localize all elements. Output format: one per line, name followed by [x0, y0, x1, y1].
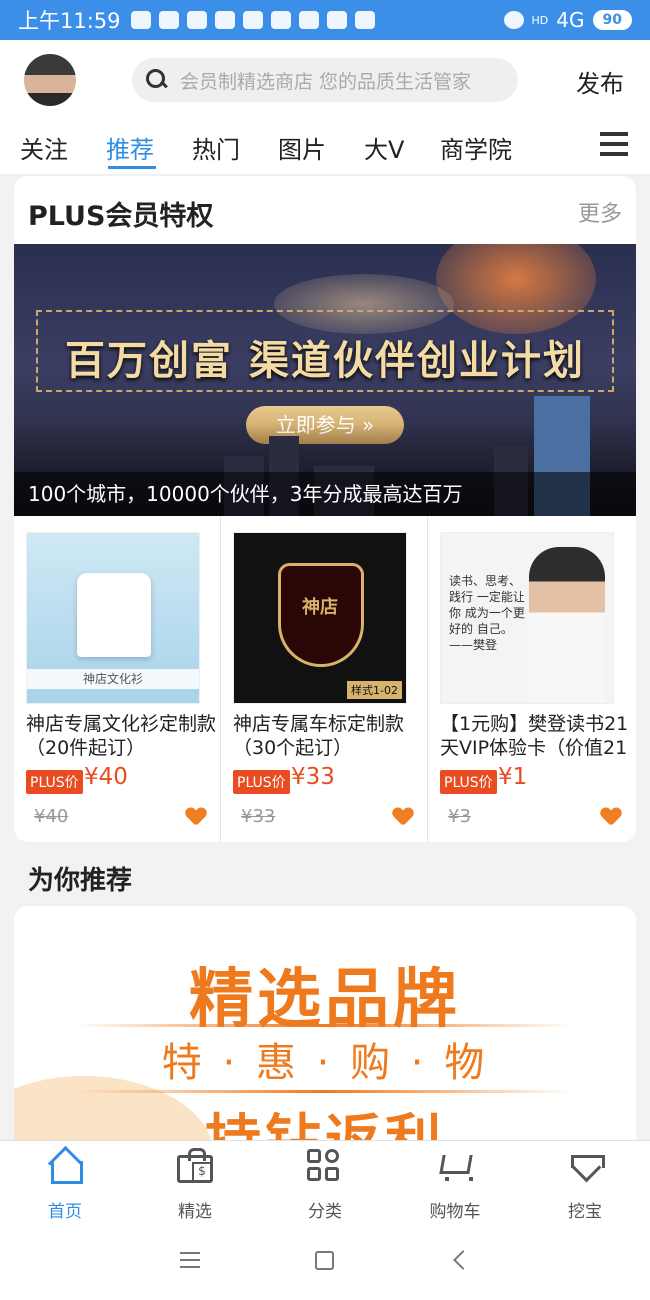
app-notification-icon [186, 11, 207, 29]
product-price: ¥33 [291, 764, 335, 790]
original-price: ¥40 [34, 806, 69, 827]
tshirt-image [77, 573, 151, 657]
style-tag: 样式1-02 [347, 681, 402, 699]
menu-icon[interactable] [600, 132, 628, 156]
more-link[interactable]: 更多 [578, 196, 622, 228]
divider [74, 1090, 574, 1093]
tab-business-school[interactable]: 商学院 [440, 130, 512, 165]
section-title: PLUS会员特权 [28, 201, 214, 232]
recommend-promo-card[interactable]: 精选品牌 特 · 惠 · 购 · 物 持钻返利 [14, 906, 636, 1166]
product-price: ¥40 [84, 764, 128, 790]
person-photo [529, 547, 605, 703]
favorite-heart-icon[interactable] [393, 808, 413, 826]
home-button-icon[interactable] [315, 1251, 334, 1270]
category-grid-icon [307, 1149, 343, 1183]
app-notification-icon [158, 11, 179, 29]
hd-label: HD [531, 13, 549, 27]
app-notification-icon [214, 11, 235, 29]
product-image: 读书、思考、践行 一定能让你 成为一个更好的 自己。 ——樊登 [440, 532, 614, 704]
app-notification-icon [326, 11, 347, 29]
banner-headline: 百万创富 渠道伙伴创业计划 [65, 338, 585, 384]
promo-banner[interactable]: 百万创富 渠道伙伴创业计划 立即参与 » 100个城市，10000个伙伴，3年分… [14, 244, 636, 516]
tab-hot[interactable]: 热门 [192, 130, 240, 165]
recommend-title: 为你推荐 [28, 866, 133, 896]
product-image-label: 神店文化衫 [27, 669, 199, 689]
product-image: 神店文化衫 [26, 532, 200, 704]
network-label: 4G [556, 8, 585, 32]
product-image-text: 读书、思考、践行 一定能让你 成为一个更好的 自己。 ——樊登 [449, 574, 525, 652]
home-icon [47, 1149, 83, 1184]
search-bar[interactable]: 会员制精选商店 您的品质生活管家 [132, 58, 518, 102]
user-avatar[interactable] [24, 54, 76, 106]
app-notification-icon [270, 11, 291, 29]
nav-featured[interactable]: 精选 [130, 1141, 260, 1223]
system-navigation-bar [0, 1222, 650, 1300]
plus-price-badge: PLUS价 [233, 770, 290, 794]
nav-category[interactable]: 分类 [260, 1141, 390, 1223]
product-image-label: 神店 [302, 597, 338, 618]
status-time: 上午11:59 [18, 9, 121, 33]
nav-label: 挖宝 [568, 1202, 602, 1222]
favorite-heart-icon[interactable] [601, 808, 621, 826]
status-right: HD 4G 90 [503, 8, 632, 32]
battery-indicator: 90 [592, 10, 632, 30]
product-name: 神店专属文化衫定制款（20件起订） [26, 713, 217, 759]
status-bar: 上午11:59 HD 4G 90 [0, 0, 650, 40]
product-list: 神店文化衫 神店专属文化衫定制款（20件起订） PLUS价 ¥40 ¥40 神店… [14, 516, 636, 842]
nav-label: 购物车 [429, 1202, 481, 1222]
notification-icons [130, 11, 375, 29]
original-price: ¥3 [448, 806, 471, 827]
promo-subline: 特 · 惠 · 购 · 物 [161, 1040, 489, 1086]
cart-icon [437, 1149, 473, 1183]
product-name: 【1元购】樊登读书21天VIP体验卡（价值21 [440, 713, 629, 759]
plus-price-badge: PLUS价 [440, 770, 497, 794]
tab-images[interactable]: 图片 [278, 130, 326, 165]
diamond-icon [567, 1149, 605, 1183]
shopping-bag-icon [177, 1148, 213, 1183]
product-card[interactable]: 神店文化衫 神店专属文化衫定制款（20件起订） PLUS价 ¥40 ¥40 [14, 516, 221, 842]
favorite-heart-icon[interactable] [186, 808, 206, 826]
nav-label: 首页 [48, 1202, 82, 1222]
alarm-clock-icon [503, 11, 524, 29]
bottom-navigation: 首页 精选 分类 购物车 挖宝 [0, 1140, 650, 1222]
plus-privileges-card: PLUS会员特权 更多 百万创富 渠道伙伴创业计划 立即参与 » 100个城市，… [14, 176, 636, 842]
publish-button[interactable]: 发布 [576, 64, 624, 99]
product-image: 神店 样式1-02 [233, 532, 407, 704]
divider [74, 1024, 574, 1027]
search-icon [142, 65, 172, 95]
nav-home[interactable]: 首页 [0, 1141, 130, 1223]
top-bar: 会员制精选商店 您的品质生活管家 发布 [0, 40, 650, 122]
back-icon[interactable] [453, 1250, 473, 1270]
app-notification-icon [354, 11, 375, 29]
product-price: ¥1 [498, 764, 528, 790]
nav-label: 分类 [308, 1202, 342, 1222]
category-tabs: 关注 推荐 热门 图片 大V 商学院 [0, 122, 650, 174]
app-notification-icon [298, 11, 319, 29]
recent-apps-icon[interactable] [180, 1252, 200, 1273]
product-card[interactable]: 神店 样式1-02 神店专属车标定制款（30个起订） PLUS价 ¥33 ¥33 [221, 516, 428, 842]
alarm-icon [130, 11, 151, 29]
tab-big-v[interactable]: 大V [364, 130, 404, 165]
original-price: ¥33 [241, 806, 276, 827]
banner-caption: 100个城市，10000个伙伴，3年分成最高达百万 [14, 472, 636, 516]
nav-treasure[interactable]: 挖宝 [520, 1141, 650, 1223]
plus-price-badge: PLUS价 [26, 770, 83, 794]
nav-label: 精选 [178, 1202, 212, 1222]
product-card[interactable]: 读书、思考、践行 一定能让你 成为一个更好的 自己。 ——樊登 【1元购】樊登读… [428, 516, 635, 842]
nav-cart[interactable]: 购物车 [390, 1141, 520, 1223]
tab-follow[interactable]: 关注 [20, 130, 68, 165]
tab-recommend[interactable]: 推荐 [106, 130, 154, 165]
app-notification-icon [242, 11, 263, 29]
product-name: 神店专属车标定制款（30个起订） [233, 713, 405, 759]
search-placeholder: 会员制精选商店 您的品质生活管家 [180, 70, 472, 93]
active-tab-indicator [108, 166, 156, 169]
